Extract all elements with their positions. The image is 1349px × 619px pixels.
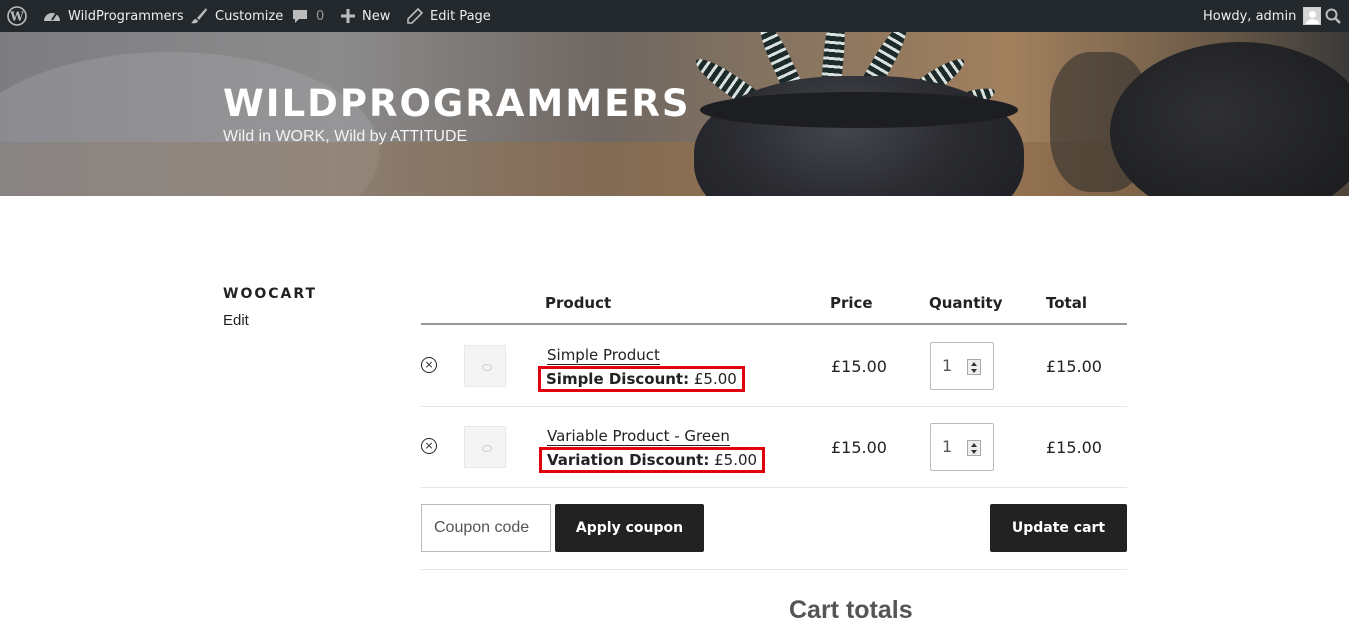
plus-icon <box>341 9 355 23</box>
column-header-price: Price <box>830 294 873 312</box>
comments-count: 0 <box>316 8 325 24</box>
product-thumbnail[interactable] <box>464 345 506 387</box>
comments-link[interactable]: 0 <box>292 0 324 32</box>
row-divider <box>421 406 1127 407</box>
discount-value: £5.00 <box>693 370 737 388</box>
quantity-stepper[interactable]: 1 <box>930 342 994 390</box>
new-content-link[interactable]: New <box>341 0 390 32</box>
remove-item-button[interactable]: × <box>421 357 437 373</box>
discount-line: Variation Discount: £5.00 <box>539 447 766 473</box>
cart-totals-heading: Cart totals <box>789 596 913 619</box>
wordpress-menu[interactable]: W <box>7 0 27 32</box>
site-title[interactable]: WILDPROGRAMMERS <box>223 82 690 125</box>
comment-icon <box>293 10 307 23</box>
update-cart-button[interactable]: Update cart <box>990 504 1127 552</box>
search-icon <box>1325 8 1341 24</box>
coupon-code-input[interactable] <box>421 504 551 552</box>
discount-value: £5.00 <box>714 451 758 469</box>
product-name-link[interactable]: Simple Product <box>547 346 660 365</box>
wordpress-icon: W <box>7 6 27 26</box>
brush-icon <box>191 8 207 24</box>
new-label: New <box>362 8 391 24</box>
header-background-pot <box>1110 42 1349 196</box>
quantity-value: 1 <box>942 356 953 375</box>
discount-line: Simple Discount: £5.00 <box>538 366 745 392</box>
product-name-link[interactable]: Variable Product - Green <box>547 427 730 446</box>
discount-label: Simple Discount: <box>546 370 690 388</box>
edit-page-label: Edit Page <box>430 8 491 24</box>
item-price: £15.00 <box>831 438 887 457</box>
row-divider <box>421 487 1127 488</box>
pencil-icon <box>407 8 423 24</box>
item-total: £15.00 <box>1046 357 1102 376</box>
edit-page-link[interactable]: Edit Page <box>407 0 491 32</box>
product-thumbnail[interactable] <box>464 426 506 468</box>
item-price: £15.00 <box>831 357 887 376</box>
column-header-quantity: Quantity <box>929 294 1003 312</box>
actions-divider <box>421 569 1127 570</box>
site-tagline: Wild in WORK, Wild by ATTITUDE <box>223 128 468 145</box>
spinner-arrows-icon[interactable] <box>967 359 981 375</box>
item-total: £15.00 <box>1046 438 1102 457</box>
remove-item-button[interactable]: × <box>421 438 437 454</box>
customize-label: Customize <box>215 8 284 24</box>
dashboard-icon <box>44 13 60 21</box>
svg-text:W: W <box>9 10 24 24</box>
page-title: WOOCART <box>223 286 318 302</box>
edit-link[interactable]: Edit <box>223 312 249 329</box>
discount-label: Variation Discount: <box>547 451 710 469</box>
apply-coupon-button[interactable]: Apply coupon <box>555 504 704 552</box>
quantity-value: 1 <box>942 437 953 456</box>
column-header-product: Product <box>545 294 612 312</box>
avatar <box>1303 7 1322 25</box>
quantity-stepper[interactable]: 1 <box>930 423 994 471</box>
site-header: WILDPROGRAMMERS Wild in WORK, Wild by AT… <box>0 32 1349 196</box>
table-header-divider <box>421 323 1127 325</box>
site-name-link[interactable]: WildProgrammers <box>43 0 184 32</box>
customize-link[interactable]: Customize <box>190 0 283 32</box>
admin-bar: W WildProgrammers Customize 0 New Edit P… <box>0 0 1349 32</box>
account-menu[interactable]: Howdy, admin <box>1203 0 1322 32</box>
header-pot-rim <box>700 92 1018 128</box>
admin-search[interactable] <box>1325 0 1341 32</box>
site-name-label: WildProgrammers <box>68 8 184 24</box>
column-header-total: Total <box>1046 294 1087 312</box>
howdy-label: Howdy, admin <box>1203 8 1297 24</box>
spinner-arrows-icon[interactable] <box>967 440 981 456</box>
